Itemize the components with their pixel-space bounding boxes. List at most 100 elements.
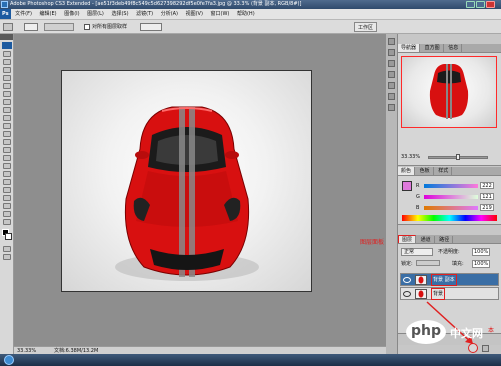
history-brush-tool-icon[interactable] (3, 123, 11, 129)
tab-navigator[interactable]: 导航器 (398, 44, 421, 52)
layers-panel-annotation: 图层面板 (360, 239, 385, 246)
tab-swatches[interactable]: 色板 (417, 167, 434, 175)
document-canvas[interactable] (61, 70, 312, 292)
crop-tool-icon[interactable] (3, 83, 11, 89)
actions-panel-icon[interactable] (388, 49, 395, 56)
navigator-slider-handle[interactable] (456, 154, 460, 160)
quick-mask-icon[interactable] (3, 246, 11, 252)
zoom-tool-icon[interactable] (3, 219, 11, 225)
path-select-tool-icon[interactable] (3, 179, 11, 185)
layer-row-background[interactable]: 背景 (400, 287, 499, 300)
sample-all-layers-checkbox[interactable] (84, 24, 90, 30)
notes-tool-icon[interactable] (3, 195, 11, 201)
blue-slider-bar[interactable] (424, 206, 478, 210)
brush-tool-icon[interactable] (3, 107, 11, 113)
screen-mode-icon[interactable] (3, 254, 11, 260)
layer-comps-panel-icon[interactable] (388, 82, 395, 89)
maximize-button[interactable] (476, 1, 485, 8)
move-tool-icon[interactable] (3, 51, 11, 57)
menu-analysis[interactable]: 分析(A) (158, 9, 181, 19)
color-foreground-swatch[interactable] (402, 181, 412, 191)
green-slider-bar[interactable] (424, 195, 478, 199)
blue-slider[interactable]: B 219 (416, 204, 501, 211)
php-watermark: php 中文网 (406, 315, 498, 349)
red-value[interactable]: 222 (480, 182, 494, 189)
menu-layer[interactable]: 图层(L) (84, 9, 107, 19)
paragraph-panel-icon[interactable] (388, 104, 395, 111)
layer-thumbnail (415, 275, 427, 285)
visibility-eye-icon[interactable] (403, 277, 411, 283)
workspace-button[interactable]: 工作区 (354, 22, 378, 32)
marquee-tool-icon[interactable] (3, 59, 11, 65)
lock-icons[interactable] (416, 260, 440, 266)
healing-tool-icon[interactable] (3, 99, 11, 105)
red-slider[interactable]: R 222 (416, 182, 501, 189)
quick-select-tool-icon[interactable] (3, 75, 11, 81)
lasso-tool-icon[interactable] (3, 67, 11, 73)
blend-mode-select[interactable]: 正常 (401, 248, 433, 256)
type-tool-icon[interactable] (3, 171, 11, 177)
fill-label: 填充: (452, 261, 464, 267)
flow-dropdown[interactable] (140, 23, 162, 31)
menu-view[interactable]: 视图(V) (183, 9, 206, 19)
slice-tool-icon[interactable] (3, 91, 11, 97)
menu-window[interactable]: 窗口(W) (208, 9, 233, 19)
menu-help[interactable]: 帮助(H) (234, 9, 258, 19)
menu-bar: Ps 文件(F) 编辑(E) 图像(I) 图层(L) 选择(S) 滤镜(T) 分… (0, 9, 501, 20)
tab-paths[interactable]: 路径 (436, 236, 454, 243)
fill-value[interactable]: 100% (472, 260, 491, 268)
menu-edit[interactable]: 编辑(E) (37, 9, 60, 19)
layer-name[interactable]: 背景 (431, 288, 446, 300)
navigator-car-thumbnail (429, 64, 469, 119)
eyedropper-tool-icon[interactable] (3, 203, 11, 209)
opacity-value[interactable]: 100% (472, 248, 491, 256)
tab-color[interactable]: 颜色 (398, 167, 416, 175)
history-panel-icon[interactable] (388, 38, 395, 45)
eraser-tool-icon[interactable] (3, 131, 11, 137)
green-slider[interactable]: G 121 (416, 193, 501, 200)
navigator-zoom-value[interactable]: 33.33% (401, 154, 420, 160)
mode-icons[interactable] (44, 23, 74, 31)
tool-presets-panel-icon[interactable] (388, 71, 395, 78)
background-color-swatch[interactable] (5, 233, 12, 240)
navigator-panel: 导航器 直方图 信息 33.33% (398, 44, 501, 166)
menu-select[interactable]: 选择(S) (108, 9, 131, 19)
layer-name[interactable]: 背景 副本 (431, 274, 457, 286)
blend-mode-value: 正常 (404, 249, 415, 255)
close-button[interactable] (486, 1, 495, 8)
clone-stamp-tool-icon[interactable] (3, 115, 11, 121)
menu-filter[interactable]: 滤镜(T) (133, 9, 156, 19)
tab-styles[interactable]: 样式 (435, 167, 453, 175)
ps-badge-icon (2, 42, 12, 49)
layer-row-background-copy[interactable]: 背景 副本 (400, 273, 499, 286)
layer-thumbnail (415, 289, 427, 299)
brush-size-dropdown[interactable] (24, 23, 38, 31)
tab-histogram[interactable]: 直方图 (422, 44, 444, 52)
color-spectrum-bar[interactable] (402, 215, 497, 221)
pen-tool-icon[interactable] (3, 163, 11, 169)
tab-layers[interactable]: 图层 (398, 235, 417, 243)
red-slider-bar[interactable] (424, 184, 478, 188)
menu-image[interactable]: 图像(I) (61, 9, 82, 19)
green-value[interactable]: 121 (480, 193, 494, 200)
navigator-thumbnail[interactable] (401, 56, 497, 128)
minimize-button[interactable] (466, 1, 475, 8)
start-button[interactable] (4, 355, 14, 365)
character-panel-icon[interactable] (388, 93, 395, 100)
menu-file[interactable]: 文件(F) (12, 9, 35, 19)
car-image (115, 106, 259, 281)
tab-info[interactable]: 信息 (445, 44, 463, 52)
window-title: Adobe Photoshop CS3 Extended - [ae51f3de… (10, 1, 302, 7)
tool-preset-icon[interactable] (3, 23, 13, 31)
brushes-panel-icon[interactable] (388, 60, 395, 67)
hand-tool-icon[interactable] (3, 211, 11, 217)
visibility-eye-icon[interactable] (403, 291, 411, 297)
shape-tool-icon[interactable] (3, 187, 11, 193)
panel-icon-strip (386, 34, 398, 354)
blur-tool-icon[interactable] (3, 147, 11, 153)
opacity-label: 不透明度: (438, 249, 460, 255)
blue-value[interactable]: 219 (480, 204, 494, 211)
tab-channels[interactable]: 通道 (418, 236, 435, 243)
gradient-tool-icon[interactable] (3, 139, 11, 145)
dodge-tool-icon[interactable] (3, 155, 11, 161)
